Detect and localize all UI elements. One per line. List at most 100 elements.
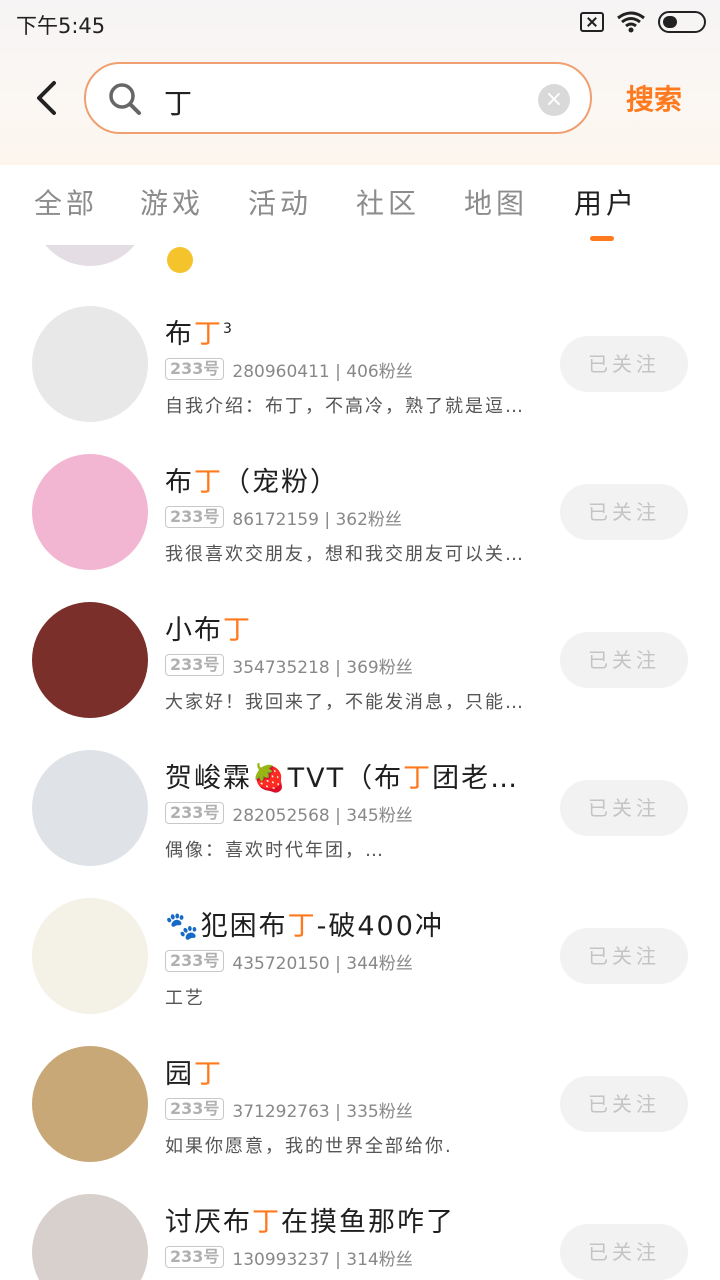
list-item[interactable] xyxy=(0,245,720,298)
list-item[interactable]: 小布丁 233号 354735218 | 369粉丝大家好！我回来了，不能发消息，只… xyxy=(0,602,720,750)
user-meta: 233号 371292763 | 335粉丝 xyxy=(165,1096,413,1122)
name-highlight: 丁 xyxy=(194,467,223,498)
tab-users[interactable]: 用户 xyxy=(574,182,638,222)
tab-community[interactable]: 社区 xyxy=(356,182,420,222)
user-bio: 大家好！我回来了，不能发消息，只能… xyxy=(165,692,525,713)
status-time: 下午5:45 xyxy=(16,14,106,38)
follow-button[interactable]: 已关注 xyxy=(560,632,688,688)
name-postfix: 在摸鱼那咋了 xyxy=(281,1207,455,1238)
user-name: 🐾犯困布丁-破400冲 xyxy=(165,904,444,943)
follow-button[interactable]: 已关注 xyxy=(560,1076,688,1132)
list-item[interactable]: 讨厌布丁在摸鱼那咋了 233号 130993237 | 314粉丝 已关注 xyxy=(0,1194,720,1280)
avatar xyxy=(32,750,148,866)
list-item[interactable]: 布丁3 233号 280960411 | 406粉丝自我介绍：布丁，不高冷，熟了就是… xyxy=(0,306,720,454)
name-highlight: 丁 xyxy=(287,911,317,942)
id-badge: 233号 xyxy=(165,802,225,824)
search-query: 丁 xyxy=(164,87,193,120)
name-prefix: 布 xyxy=(165,319,194,350)
avatar xyxy=(32,1194,148,1280)
active-tab-indicator xyxy=(590,236,614,241)
user-meta: 233号 280960411 | 406粉丝 xyxy=(165,356,413,382)
name-prefix: 小布 xyxy=(165,615,223,646)
name-postfix: -破400冲 xyxy=(316,911,444,942)
status-icons xyxy=(580,10,706,34)
user-meta: 233号 130993237 | 314粉丝 xyxy=(165,1244,413,1270)
list-item[interactable]: 园丁 233号 371292763 | 335粉丝如果你愿意，我的世界全部给你. 已关… xyxy=(0,1046,720,1194)
user-meta: 233号 282052568 | 345粉丝 xyxy=(165,800,413,826)
follow-button[interactable]: 已关注 xyxy=(560,484,688,540)
tab-maps[interactable]: 地图 xyxy=(464,182,528,222)
name-postfix: 团老… xyxy=(432,763,515,794)
user-name: 园丁 xyxy=(165,1052,223,1091)
avatar xyxy=(32,454,148,570)
avatar xyxy=(32,306,148,422)
name-prefix: 🐾犯困布 xyxy=(165,911,288,942)
user-bio: 我很喜欢交朋友，想和我交朋友可以关… xyxy=(165,544,525,565)
back-button[interactable] xyxy=(22,72,70,124)
user-meta: 233号 86172159 | 362粉丝 xyxy=(165,504,402,530)
user-id-fans: 280960411 | 406粉丝 xyxy=(232,361,413,382)
user-bio: 自我介绍：布丁，不高冷，熟了就是逗… xyxy=(165,396,525,417)
chevron-left-icon xyxy=(37,81,56,115)
list-item[interactable]: 贺峻霖🍓TVT（布丁团老… 233号 282052568 | 345粉丝偶像：喜欢时… xyxy=(0,750,720,898)
wifi-icon xyxy=(617,11,645,33)
id-badge: 233号 xyxy=(165,654,225,676)
user-bio: 如果你愿意，我的世界全部给你. xyxy=(165,1136,453,1157)
name-highlight: 丁 xyxy=(252,1207,281,1238)
name-prefix: 贺峻霖🍓TVT（布 xyxy=(165,763,404,794)
name-postfix: （宠粉） xyxy=(223,467,339,498)
id-badge: 233号 xyxy=(165,950,225,972)
id-badge: 233号 xyxy=(165,358,225,380)
search-button[interactable]: 搜索 xyxy=(626,78,682,118)
user-meta: 233号 435720150 | 344粉丝 xyxy=(165,948,413,974)
search-header: 丁 × 搜索 xyxy=(0,60,720,136)
follow-button[interactable]: 已关注 xyxy=(560,780,688,836)
user-name: 布丁（宠粉） xyxy=(165,460,339,499)
avatar xyxy=(32,898,148,1014)
user-name: 讨厌布丁在摸鱼那咋了 xyxy=(165,1200,455,1239)
list-item[interactable]: 🐾犯困布丁-破400冲 233号 435720150 | 344粉丝工艺 已关注 xyxy=(0,898,720,1046)
name-highlight: 丁 xyxy=(403,763,433,794)
user-bio: 工艺 xyxy=(165,988,205,1009)
tab-games[interactable]: 游戏 xyxy=(140,182,204,222)
id-badge: 233号 xyxy=(165,1098,225,1120)
emoji-icon xyxy=(165,247,195,273)
list-item[interactable]: 布丁（宠粉） 233号 86172159 | 362粉丝我很喜欢交朋友，想和我交朋友… xyxy=(0,454,720,602)
avatar xyxy=(32,1046,148,1162)
tab-events[interactable]: 活动 xyxy=(248,182,312,222)
id-badge: 233号 xyxy=(165,1246,225,1268)
tab-all[interactable]: 全部 xyxy=(34,182,98,222)
status-bar: 下午5:45 xyxy=(0,0,720,48)
user-id-fans: 354735218 | 369粉丝 xyxy=(232,657,413,678)
name-prefix: 园 xyxy=(165,1059,194,1090)
name-highlight: 丁 xyxy=(194,319,223,350)
user-id-fans: 371292763 | 335粉丝 xyxy=(232,1101,413,1122)
avatar xyxy=(32,245,148,266)
category-tabs: 全部 游戏 活动 社区 地图 用户 xyxy=(0,170,720,250)
follow-button[interactable]: 已关注 xyxy=(560,928,688,984)
user-id-fans: 282052568 | 345粉丝 xyxy=(232,805,413,826)
user-name: 小布丁 xyxy=(165,608,252,647)
user-meta: 233号 354735218 | 369粉丝 xyxy=(165,652,413,678)
search-input[interactable]: 丁 × xyxy=(84,62,592,134)
battery-icon xyxy=(658,11,706,33)
name-superscript: 3 xyxy=(223,321,234,337)
user-name: 贺峻霖🍓TVT（布丁团老… xyxy=(165,756,515,795)
name-highlight: 丁 xyxy=(194,1059,223,1090)
search-icon xyxy=(109,83,141,115)
user-results-list: 布丁3 233号 280960411 | 406粉丝 自我介绍：布丁，不高冷，熟了就是… xyxy=(0,245,720,1280)
no-sim-icon xyxy=(580,12,604,32)
clear-icon[interactable]: × xyxy=(538,84,570,116)
avatar xyxy=(32,602,148,718)
user-name: 布丁3 xyxy=(165,312,234,351)
user-id-fans: 86172159 | 362粉丝 xyxy=(232,509,402,530)
name-prefix: 布 xyxy=(165,467,194,498)
user-id-fans: 130993237 | 314粉丝 xyxy=(232,1249,413,1270)
follow-button[interactable]: 已关注 xyxy=(560,336,688,392)
name-highlight: 丁 xyxy=(223,615,252,646)
user-bio: 偶像：喜欢时代年团，… xyxy=(165,840,385,861)
name-prefix: 讨厌布 xyxy=(165,1207,252,1238)
user-id-fans: 435720150 | 344粉丝 xyxy=(232,953,413,974)
follow-button[interactable]: 已关注 xyxy=(560,1224,688,1280)
id-badge: 233号 xyxy=(165,506,225,528)
